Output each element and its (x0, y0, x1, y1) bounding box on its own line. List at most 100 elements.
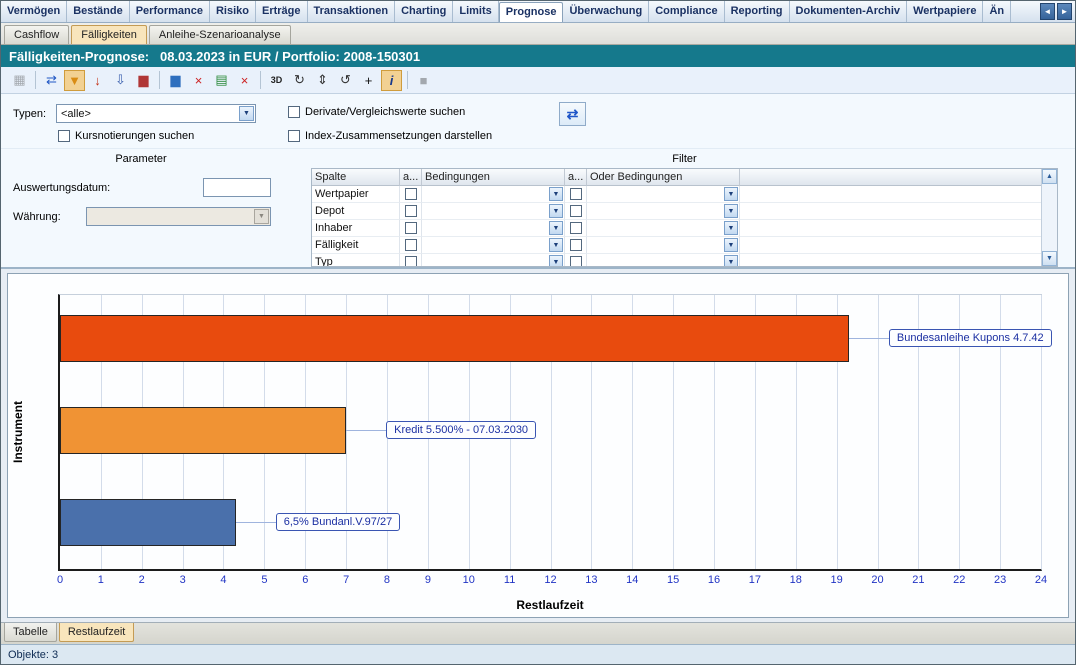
tab-ertr-ge[interactable]: Erträge (256, 1, 308, 22)
bottomtab-tabelle[interactable]: Tabelle (4, 623, 57, 642)
chevron-down-icon[interactable] (549, 221, 563, 235)
condition-checkbox[interactable] (405, 239, 417, 251)
pan-icon[interactable]: ↺ (335, 70, 356, 91)
chevron-down-icon[interactable] (549, 238, 563, 252)
typen-dropdown[interactable]: <alle> (56, 104, 256, 123)
derivate-checkbox[interactable] (288, 106, 300, 118)
tab-performance[interactable]: Performance (130, 1, 210, 22)
filter-column-f-lligkeit: Fälligkeit (312, 237, 400, 254)
y-axis-label: Instrument (11, 401, 25, 463)
condition-checkbox[interactable] (570, 188, 582, 200)
bar-6-5-bundanl-v-97-27[interactable] (60, 499, 236, 546)
refresh-icon[interactable]: ⇄ (41, 70, 62, 91)
bottomtab-restlaufzeit[interactable]: Restlaufzeit (59, 623, 134, 642)
subtab-f-lligkeiten[interactable]: Fälligkeiten (71, 25, 147, 44)
x-tick-label: 16 (708, 574, 720, 586)
chevron-down-icon[interactable] (239, 106, 254, 121)
filter-header-a[interactable]: a... (565, 169, 587, 186)
condition-checkbox[interactable] (570, 239, 582, 251)
filter-header-filler (740, 169, 1057, 186)
refresh-search-button[interactable]: ⇄ (559, 102, 586, 126)
tab-prognose[interactable]: Prognose (499, 2, 564, 22)
3d-icon[interactable]: 3D (266, 70, 287, 91)
filter-header-bedingungen[interactable]: Bedingungen (422, 169, 565, 186)
chevron-down-icon[interactable] (549, 187, 563, 201)
tab-transaktionen[interactable]: Transaktionen (308, 1, 396, 22)
add-icon[interactable]: + (358, 70, 379, 91)
condition-checkbox[interactable] (405, 205, 417, 217)
x-tick-label: 3 (180, 574, 186, 586)
tab-risiko[interactable]: Risiko (210, 1, 256, 22)
tab-charting[interactable]: Charting (395, 1, 453, 22)
zoom-vertical-icon[interactable]: ⇕ (312, 70, 333, 91)
chart-export-icon[interactable]: ▤ (211, 70, 232, 91)
chevron-down-icon[interactable] (549, 204, 563, 218)
tab-verm-gen[interactable]: Vermögen (1, 1, 67, 22)
chevron-down-icon[interactable] (724, 221, 738, 235)
chevron-down-icon[interactable] (549, 255, 563, 267)
waehrung-dropdown[interactable] (86, 207, 271, 226)
x-tick-label: 22 (953, 574, 965, 586)
toolbar-separator (35, 71, 36, 89)
bar-kredit-5-500-07-03-2030[interactable] (60, 407, 346, 454)
filter-table-scrollbar[interactable] (1041, 169, 1057, 266)
scroll-up-icon[interactable] (1042, 169, 1057, 184)
derivate-row: Derivate/Vergleichswerte suchen (288, 106, 465, 118)
top-tabs-list: VermögenBeständePerformanceRisikoErträge… (1, 1, 1037, 22)
rotate-icon[interactable]: ↻ (289, 70, 310, 91)
kursnotierungen-checkbox[interactable] (58, 130, 70, 142)
bar-sort-icon[interactable]: ⇩ (110, 70, 131, 91)
grid-view-icon[interactable]: ▦ (9, 70, 30, 91)
chevron-down-icon[interactable] (724, 238, 738, 252)
condition-checkbox[interactable] (570, 256, 582, 267)
x-tick-label: 18 (790, 574, 802, 586)
toolbar: ▦⇄▼↓⇩▆▆×▤×3D↻⇕↺+i■ (1, 67, 1075, 94)
tab-berwachung[interactable]: Überwachung (563, 1, 649, 22)
and-checkbox-cell (400, 254, 422, 267)
toolbar-separator (260, 71, 261, 89)
tab-dokumenten-archiv[interactable]: Dokumenten-Archiv (790, 1, 908, 22)
tab-wertpapiere[interactable]: Wertpapiere (907, 1, 983, 22)
annotation-connector (346, 430, 386, 431)
typen-label: Typen: (13, 108, 46, 120)
index-checkbox[interactable] (288, 130, 300, 142)
chevron-down-icon[interactable] (724, 187, 738, 201)
histogram-icon[interactable]: ▆ (133, 70, 154, 91)
scroll-down-icon[interactable] (1042, 251, 1057, 266)
bar-chart-icon[interactable]: ▆ (165, 70, 186, 91)
condition-checkbox[interactable] (570, 222, 582, 234)
subtab-anleihe-szenarioanalyse[interactable]: Anleihe-Szenarioanalyse (149, 25, 291, 44)
filter-header-a[interactable]: a... (400, 169, 422, 186)
chart-descending-icon[interactable]: ↓ (87, 70, 108, 91)
condition-checkbox[interactable] (405, 256, 417, 267)
tab-limits[interactable]: Limits (453, 1, 498, 22)
condition-checkbox[interactable] (405, 188, 417, 200)
info-icon[interactable]: i (381, 70, 402, 91)
or-checkbox-cell (565, 254, 587, 267)
tab-compliance[interactable]: Compliance (649, 1, 724, 22)
chart-filter-icon[interactable]: ▼ (64, 70, 85, 91)
filter-header-spalte[interactable]: Spalte (312, 169, 400, 186)
chart-remove-icon[interactable]: × (188, 70, 209, 91)
subtab-cashflow[interactable]: Cashflow (4, 25, 69, 44)
delete-icon[interactable]: × (234, 70, 255, 91)
tab-best-nde[interactable]: Bestände (67, 1, 130, 22)
chevron-down-icon[interactable] (724, 204, 738, 218)
tab-reporting[interactable]: Reporting (725, 1, 790, 22)
tab-scroll-left-button[interactable]: ◄ (1040, 3, 1055, 20)
app-window: VermögenBeständePerformanceRisikoErträge… (0, 0, 1076, 665)
condition-checkbox[interactable] (570, 205, 582, 217)
filter-column-wertpapier: Wertpapier (312, 186, 400, 203)
x-tick-label: 6 (302, 574, 308, 586)
filter-header-oder-bedingungen[interactable]: Oder Bedingungen (587, 169, 740, 186)
tab-n[interactable]: Än (983, 1, 1011, 22)
bar-bundesanleihe-kupons-4-7-42[interactable] (60, 315, 849, 362)
condition-checkbox[interactable] (405, 222, 417, 234)
chevron-down-icon[interactable] (724, 255, 738, 267)
stop-icon[interactable]: ■ (413, 70, 434, 91)
tab-scroll-right-button[interactable]: ► (1057, 3, 1072, 20)
auswertungsdatum-input[interactable] (203, 178, 271, 197)
bar-label-kredit-5-500-07-03-2030: Kredit 5.500% - 07.03.2030 (386, 421, 536, 439)
x-axis-label: Restlaufzeit (58, 598, 1042, 612)
oder-bedingungen-cell (587, 220, 740, 237)
